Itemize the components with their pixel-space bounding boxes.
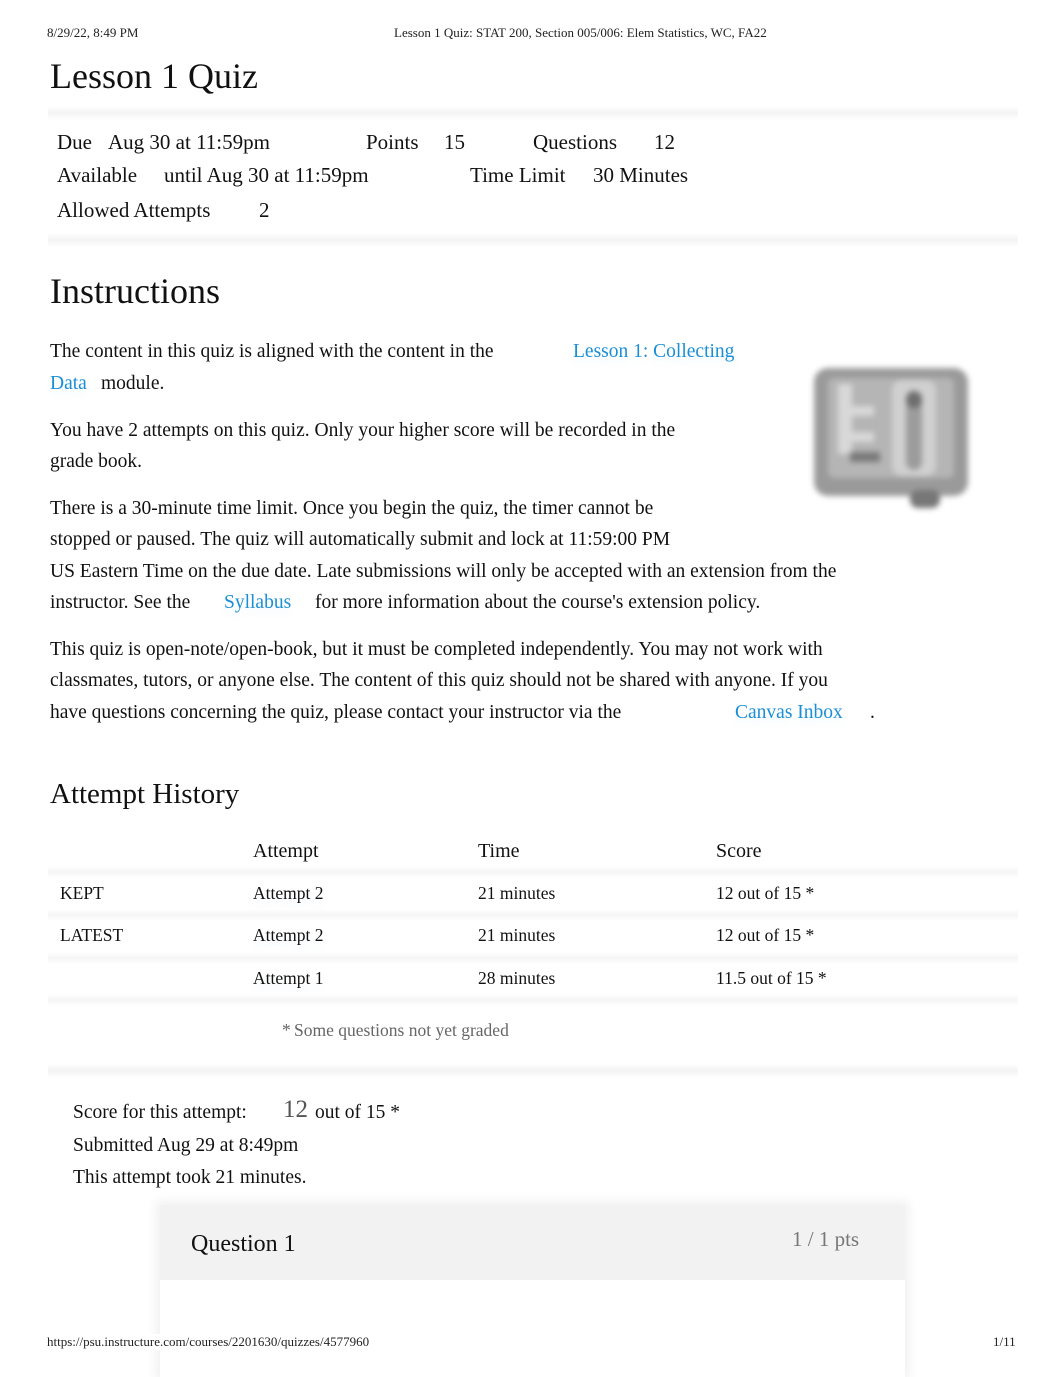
score-label: Score for this attempt: xyxy=(73,1102,247,1123)
questions-value: 12 xyxy=(654,130,675,154)
instructions-text: US Eastern Time on the due date. Late su… xyxy=(50,561,837,582)
instructions-text: You have 2 attempts on this quiz. Only y… xyxy=(50,420,676,441)
instructions-text: There is a 30-minute time limit. Once yo… xyxy=(50,498,654,519)
attempt-link[interactable]: Attempt 2 xyxy=(253,925,323,946)
print-page-number: 1/11 xyxy=(993,1334,1016,1350)
footnote-asterisk: * xyxy=(282,1020,291,1040)
lesson-1-module-link[interactable]: Lesson 1: Collecting xyxy=(573,341,734,363)
allowed-attempts-label: Allowed Attempts xyxy=(57,198,211,222)
available-label: Available xyxy=(57,163,138,187)
time-limit-label: Time Limit xyxy=(470,163,566,187)
row-divider xyxy=(48,866,1018,878)
syllabus-link[interactable]: Syllabus xyxy=(224,592,291,614)
print-url: https://psu.instructure.com/courses/2201… xyxy=(47,1334,370,1350)
print-page-title: Lesson 1 Quiz: STAT 200, Section 005/006… xyxy=(394,25,767,40)
attempt-score: 12 out of 15 * xyxy=(716,925,815,945)
row-divider xyxy=(48,952,1018,964)
print-datetime: 8/29/22, 8:49 PM xyxy=(47,25,139,40)
instructions-text: . xyxy=(870,702,875,723)
question-points: 1 / 1 pts xyxy=(792,1227,860,1251)
attempt-link[interactable]: Attempt 1 xyxy=(253,968,323,989)
attempt-time: 21 minutes xyxy=(478,883,556,903)
submitted-text: Submitted Aug 29 at 8:49pm xyxy=(73,1135,299,1156)
time-limit-value: 30 Minutes xyxy=(593,163,689,187)
points-value: 15 xyxy=(444,130,465,154)
attempt-time: 28 minutes xyxy=(478,968,556,988)
column-header-time: Time xyxy=(478,840,520,862)
attempt-score: 12 out of 15 * xyxy=(716,883,815,903)
question-header: Question 1 1 / 1 pts xyxy=(160,1205,905,1280)
instructions-text: This quiz is open-note/open-book, but it… xyxy=(50,639,823,660)
instructions-text: for more information about the course's … xyxy=(315,592,761,613)
allowed-attempts-value: 2 xyxy=(259,198,270,222)
questions-label: Questions xyxy=(533,130,617,154)
quiz-title: Lesson 1 Quiz xyxy=(50,56,258,96)
canvas-inbox-link[interactable]: Canvas Inbox xyxy=(735,702,843,724)
row-divider xyxy=(48,909,1018,921)
score-value: 12 xyxy=(283,1096,308,1123)
footnote-text: Some questions not yet graded xyxy=(294,1020,509,1040)
instructions-text: instructor. See the xyxy=(50,592,191,613)
attempt-status: KEPT xyxy=(60,883,104,903)
instructions-text: The content in this quiz is aligned with… xyxy=(50,341,494,362)
attempt-status: LATEST xyxy=(60,925,124,945)
attempt-score: 11.5 out of 15 * xyxy=(716,968,827,988)
due-label: Due xyxy=(57,130,92,154)
due-value: Aug 30 at 11:59pm xyxy=(108,130,270,154)
score-suffix: out of 15 * xyxy=(315,1102,401,1123)
instructions-heading: Instructions xyxy=(50,271,220,311)
divider xyxy=(48,1064,1018,1078)
attempt-history-heading: Attempt History xyxy=(50,778,240,810)
book-icon xyxy=(810,362,972,508)
attempt-link[interactable]: Attempt 2 xyxy=(253,883,323,904)
question-name: Question 1 xyxy=(191,1231,296,1257)
points-label: Points xyxy=(366,130,419,154)
lesson-1-module-link-continued[interactable]: Data xyxy=(50,373,87,395)
instructions-text: stopped or paused. The quiz will automat… xyxy=(50,529,671,550)
row-divider xyxy=(48,994,1018,1006)
attempt-time: 21 minutes xyxy=(478,925,556,945)
duration-text: This attempt took 21 minutes. xyxy=(73,1167,307,1188)
instructions-text: classmates, tutors, or anyone else. The … xyxy=(50,670,828,691)
column-header-score: Score xyxy=(716,840,762,862)
instructions-text: grade book. xyxy=(50,451,143,472)
instructions-text: module. xyxy=(101,373,165,394)
question-card: Question 1 1 / 1 pts xyxy=(160,1205,905,1377)
available-value: until Aug 30 at 11:59pm xyxy=(164,163,369,187)
column-header-attempt: Attempt xyxy=(253,840,319,862)
divider xyxy=(48,106,1018,120)
instructions-text: have questions concerning the quiz, plea… xyxy=(50,702,622,723)
divider xyxy=(48,233,1018,247)
